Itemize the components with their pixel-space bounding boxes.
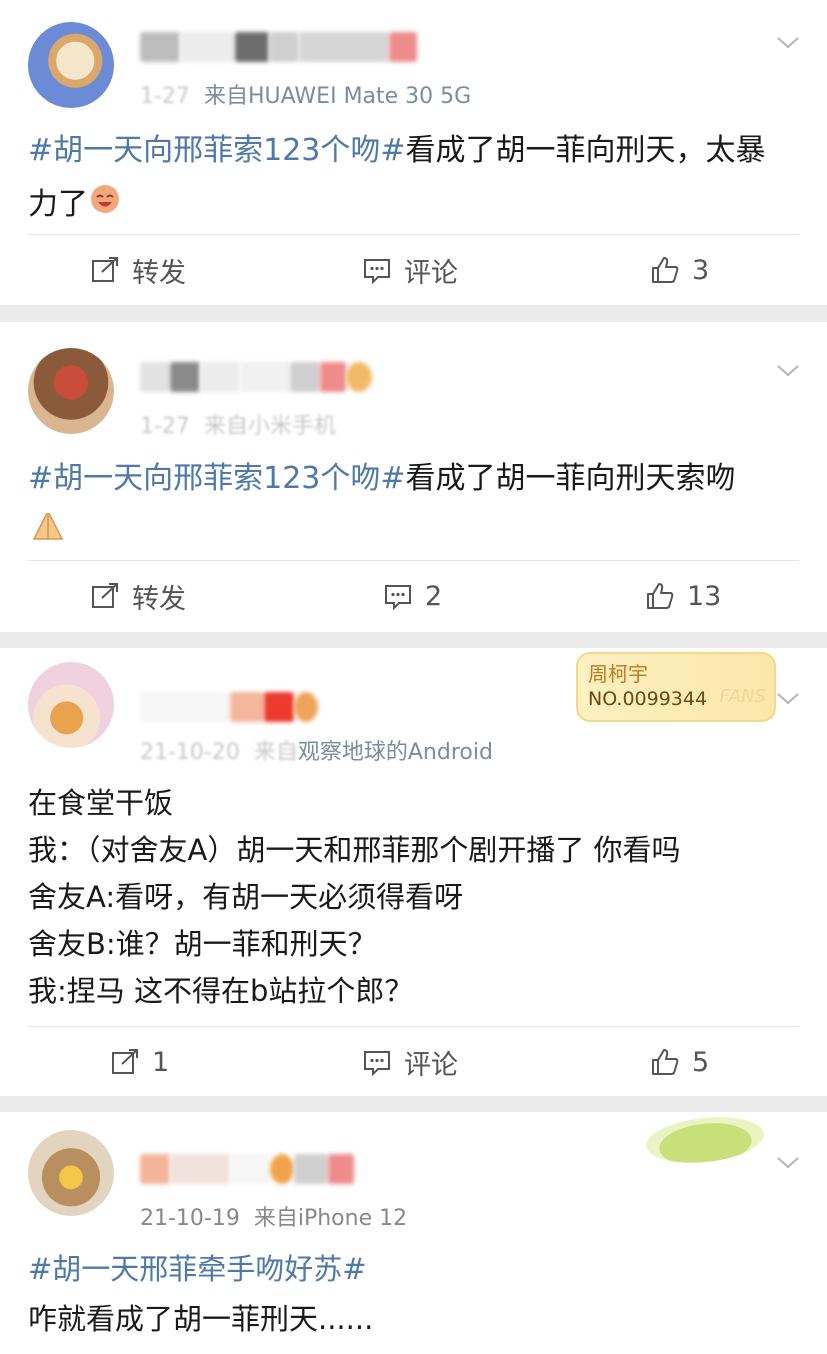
avatar[interactable] — [28, 662, 114, 748]
action-bar: 转发 2 13 — [0, 561, 827, 631]
post-meta: 1-27 来自小米手机 — [140, 408, 336, 440]
username-blurred[interactable] — [140, 30, 417, 64]
repost-button[interactable]: 转发 — [90, 561, 186, 631]
post-time: 21-10-20 — [140, 740, 240, 765]
post-card: 周柯宇 NO.0099344 FANS 21-10-20 来自观察地球的Andr… — [0, 648, 827, 1096]
post-line: 我：（对舍友A）胡一天和邢菲那个剧开播了 你看吗 — [28, 833, 681, 867]
post-text: 在食堂干饭 我：（对舍友A）胡一天和邢菲那个剧开播了 你看吗 舍友A:看呀，有胡… — [28, 780, 787, 1015]
repost-icon — [112, 1049, 138, 1074]
comment-button[interactable]: 评论 — [362, 1027, 458, 1097]
post-source: 来自小米手机 — [203, 414, 336, 439]
repost-button[interactable]: 1 — [110, 1027, 169, 1097]
comment-label: 评论 — [404, 1049, 458, 1081]
like-button[interactable]: 5 — [650, 1027, 709, 1097]
post-card: 1-27 来自小米手机 #胡一天向邢菲索123个吻#看成了胡一菲向刑天索吻 转发… — [0, 322, 827, 632]
post-source: 来自HUAWEI Mate 30 5G — [203, 84, 472, 109]
like-icon — [647, 583, 674, 609]
like-icon — [652, 1049, 679, 1075]
pray-hands-emoji-icon — [28, 507, 68, 561]
username-blurred[interactable] — [140, 690, 318, 724]
chevron-down-icon[interactable] — [775, 1150, 801, 1176]
like-button[interactable]: 3 — [650, 235, 709, 305]
chevron-down-icon[interactable] — [775, 686, 801, 712]
comment-icon — [364, 259, 390, 285]
repost-button[interactable]: 转发 — [90, 235, 186, 305]
comment-button[interactable]: 2 — [383, 561, 442, 631]
repost-icon — [92, 257, 118, 282]
post-text: #胡一天向邢菲索123个吻#看成了胡一菲向刑天，太暴力了 — [28, 124, 787, 233]
post-source-link[interactable]: 观察地球的Android — [298, 740, 493, 765]
avatar[interactable] — [28, 348, 114, 434]
comment-label: 评论 — [404, 257, 458, 289]
like-count: 5 — [692, 1046, 710, 1078]
fan-badge-name: 周柯宇 — [588, 662, 648, 686]
like-button[interactable]: 13 — [645, 561, 721, 631]
post-source: 来自iPhone 12 — [253, 1206, 408, 1231]
repost-icon — [92, 583, 118, 608]
comment-button[interactable]: 评论 — [362, 235, 458, 305]
repost-label: 转发 — [132, 257, 186, 289]
post-meta: 21-10-20 来自观察地球的Android — [140, 734, 493, 766]
avatar[interactable] — [28, 1130, 114, 1216]
post-time: 21-10-19 — [140, 1206, 240, 1231]
hashtag-link[interactable]: #胡一天向邢菲索123个吻# — [28, 461, 406, 496]
post-line: 舍友A:看呀，有胡一天必须得看呀 — [28, 880, 464, 914]
action-bar: 1 评论 5 — [0, 1027, 827, 1097]
like-count: 3 — [692, 254, 710, 286]
fan-badge[interactable]: 周柯宇 NO.0099344 FANS — [576, 652, 776, 722]
comment-icon — [364, 1051, 390, 1077]
hashtag-link[interactable]: #胡一天向邢菲索123个吻# — [28, 133, 406, 168]
post-time: 1-27 — [140, 414, 190, 439]
comment-count: 2 — [425, 580, 443, 612]
repost-count: 1 — [152, 1046, 170, 1078]
username-blurred[interactable] — [140, 360, 372, 394]
post-line: 咋就看成了胡一菲刑天...... — [28, 1302, 374, 1336]
post-line: 舍友B:谁？胡一菲和刑天？ — [28, 927, 377, 961]
fan-badge-fans: FANS — [719, 686, 766, 707]
post-text: #胡一天向邢菲索123个吻#看成了胡一菲向刑天索吻 — [28, 452, 787, 561]
avatar[interactable] — [28, 22, 114, 108]
post-source: 来自 — [253, 740, 298, 765]
repost-label: 转发 — [132, 583, 186, 615]
like-icon — [652, 257, 679, 283]
post-line: 我:捏马 这不得在b站拉个郎？ — [28, 974, 414, 1008]
post-meta: 21-10-19 来自iPhone 12 — [140, 1200, 407, 1232]
post-time: 1-27 — [140, 84, 190, 109]
post-text: #胡一天邢菲牵手吻好苏# 咋就看成了胡一菲刑天...... — [28, 1244, 787, 1344]
post-line: 在食堂干饭 — [28, 786, 174, 820]
laughing-emoji-icon — [88, 179, 122, 233]
chevron-down-icon[interactable] — [775, 358, 801, 384]
chevron-down-icon[interactable] — [775, 30, 801, 56]
username-blurred[interactable] — [140, 1152, 354, 1186]
action-bar: 转发 评论 3 — [0, 235, 827, 305]
fan-badge-number: NO.0099344 — [588, 688, 708, 710]
decorative-sticker — [644, 1111, 766, 1169]
post-card: 1-27 来自HUAWEI Mate 30 5G #胡一天向邢菲索123个吻#看… — [0, 0, 827, 305]
post-card: 21-10-19 来自iPhone 12 #胡一天邢菲牵手吻好苏# 咋就看成了胡… — [0, 1111, 827, 1354]
hashtag-link[interactable]: #胡一天邢菲牵手吻好苏# — [28, 1244, 787, 1294]
post-meta: 1-27 来自HUAWEI Mate 30 5G — [140, 78, 471, 110]
comment-icon — [385, 585, 411, 611]
like-count: 13 — [687, 580, 722, 612]
